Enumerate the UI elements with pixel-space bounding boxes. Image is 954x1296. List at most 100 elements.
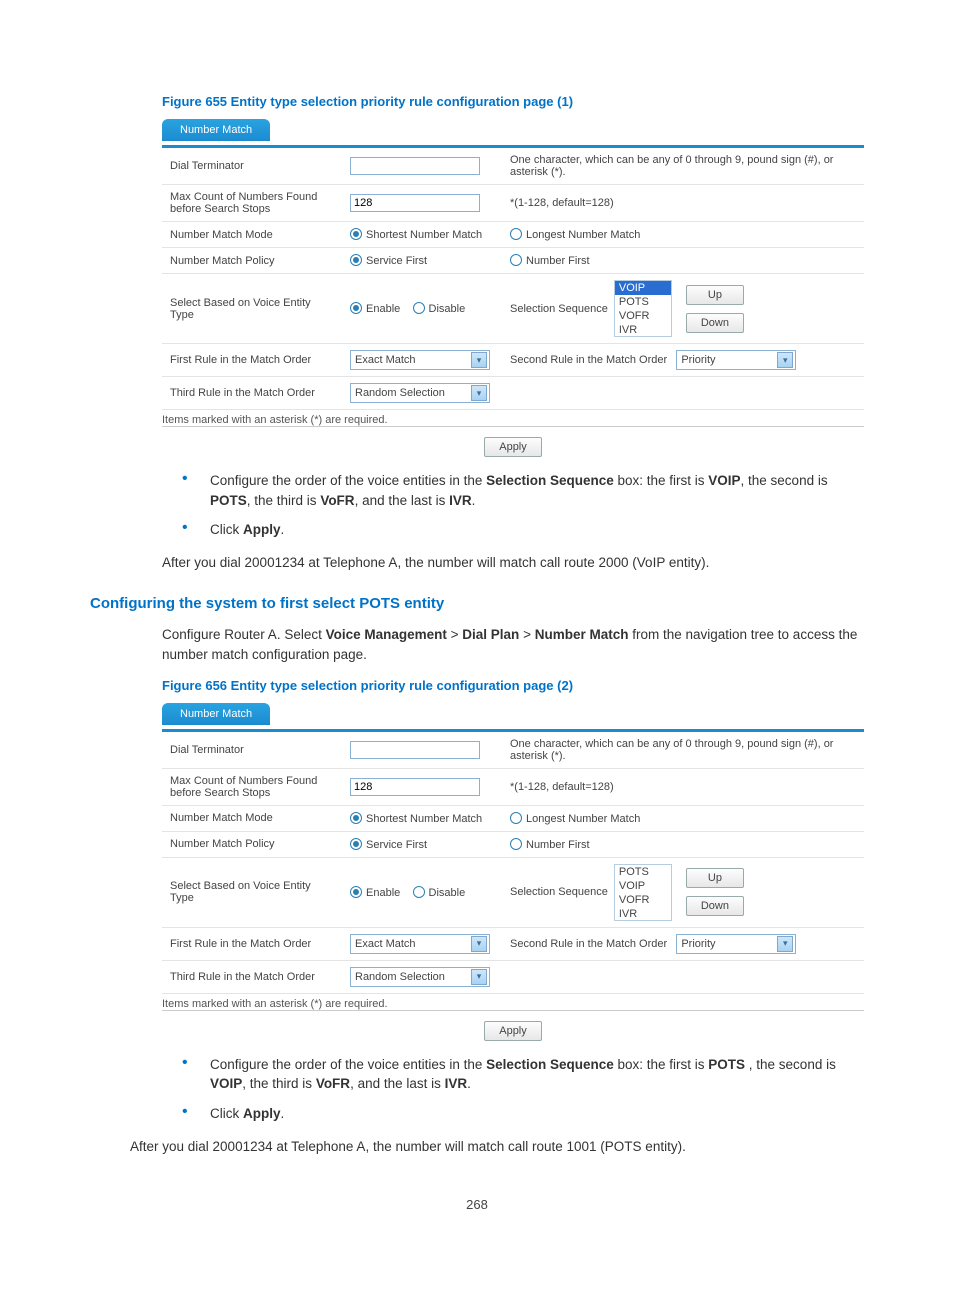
seq-opt-vofr[interactable]: VOFR (615, 309, 671, 323)
first-rule-value: Exact Match (355, 354, 416, 366)
second-rule-label: Second Rule in the Match Order (510, 354, 667, 366)
page-number: 268 (90, 1197, 864, 1212)
first-rule-select[interactable]: Exact Match ▾ (350, 934, 490, 954)
first-rule-select[interactable]: Exact Match ▾ (350, 350, 490, 370)
radio-number-first-label: Number First (526, 839, 590, 851)
match-mode-label: Number Match Mode (162, 805, 342, 831)
radio-enable-label: Enable (366, 887, 400, 899)
radio-enable-label: Enable (366, 303, 400, 315)
radio-enable[interactable] (350, 302, 362, 314)
match-policy-label: Number Match Policy (162, 831, 342, 857)
radio-service-first[interactable] (350, 838, 362, 850)
selection-sequence-listbox[interactable]: POTS VOIP VOFR IVR (614, 864, 672, 921)
chevron-down-icon: ▾ (471, 936, 487, 952)
radio-shortest-label: Shortest Number Match (366, 229, 482, 241)
radio-enable[interactable] (350, 886, 362, 898)
second-rule-select[interactable]: Priority ▾ (676, 934, 796, 954)
radio-longest[interactable] (510, 228, 522, 240)
radio-shortest-label: Shortest Number Match (366, 813, 482, 825)
dial-terminator-label: Dial Terminator (162, 732, 342, 769)
after-text-2: After you dial 20001234 at Telephone A, … (130, 1137, 864, 1157)
list-item: Click Apply. (182, 520, 864, 540)
list-item: Configure the order of the voice entitie… (182, 1055, 864, 1094)
up-button[interactable]: Up (686, 285, 744, 305)
radio-disable[interactable] (413, 302, 425, 314)
apply-button[interactable]: Apply (484, 437, 542, 457)
first-rule-label: First Rule in the Match Order (162, 344, 342, 377)
after-text-1: After you dial 20001234 at Telephone A, … (162, 553, 864, 573)
radio-longest-label: Longest Number Match (526, 229, 640, 241)
voice-entity-label: Select Based on Voice Entity Type (162, 857, 342, 927)
radio-number-first[interactable] (510, 254, 522, 266)
figure-656-panel: Number Match Dial Terminator One charact… (162, 703, 864, 1043)
radio-shortest[interactable] (350, 228, 362, 240)
tab-number-match[interactable]: Number Match (162, 119, 270, 141)
radio-disable-label: Disable (429, 887, 466, 899)
third-rule-label: Third Rule in the Match Order (162, 960, 342, 993)
down-button[interactable]: Down (686, 896, 744, 916)
chevron-down-icon: ▾ (471, 385, 487, 401)
second-rule-select[interactable]: Priority ▾ (676, 350, 796, 370)
radio-number-first-label: Number First (526, 255, 590, 267)
section-heading-pots: Configuring the system to first select P… (90, 595, 864, 612)
third-rule-label: Third Rule in the Match Order (162, 377, 342, 410)
figure-656-caption: Figure 656 Entity type selection priorit… (162, 678, 864, 693)
selection-sequence-label: Selection Sequence (510, 886, 608, 898)
radio-disable-label: Disable (429, 303, 466, 315)
third-rule-select[interactable]: Random Selection ▾ (350, 383, 490, 403)
first-rule-label: First Rule in the Match Order (162, 927, 342, 960)
required-footnote: Items marked with an asterisk (*) are re… (162, 998, 864, 1010)
radio-service-first-label: Service First (366, 839, 427, 851)
second-rule-value: Priority (681, 938, 715, 950)
down-button[interactable]: Down (686, 313, 744, 333)
seq-opt-ivr[interactable]: IVR (615, 323, 671, 337)
third-rule-value: Random Selection (355, 971, 445, 983)
required-footnote: Items marked with an asterisk (*) are re… (162, 414, 864, 426)
max-count-input[interactable] (350, 778, 480, 796)
second-rule-value: Priority (681, 354, 715, 366)
dial-terminator-input[interactable] (350, 741, 480, 759)
dial-terminator-hint: One character, which can be any of 0 thr… (502, 732, 864, 769)
chevron-down-icon: ▾ (777, 936, 793, 952)
third-rule-select[interactable]: Random Selection ▾ (350, 967, 490, 987)
seq-opt-voip[interactable]: VOIP (615, 281, 671, 295)
list-item: Configure the order of the voice entitie… (182, 471, 864, 510)
list-item: Click Apply. (182, 1104, 864, 1124)
radio-longest-label: Longest Number Match (526, 813, 640, 825)
dial-terminator-input[interactable] (350, 157, 480, 175)
selection-sequence-label: Selection Sequence (510, 303, 608, 315)
chevron-down-icon: ▾ (777, 352, 793, 368)
max-count-hint: *(1-128, default=128) (502, 768, 864, 805)
match-mode-label: Number Match Mode (162, 222, 342, 248)
seq-opt-ivr[interactable]: IVR (615, 907, 671, 921)
chevron-down-icon: ▾ (471, 969, 487, 985)
first-rule-value: Exact Match (355, 938, 416, 950)
apply-button[interactable]: Apply (484, 1021, 542, 1041)
radio-shortest[interactable] (350, 812, 362, 824)
radio-disable[interactable] (413, 886, 425, 898)
seq-opt-voip[interactable]: VOIP (615, 879, 671, 893)
radio-number-first[interactable] (510, 838, 522, 850)
voice-entity-label: Select Based on Voice Entity Type (162, 274, 342, 344)
radio-service-first-label: Service First (366, 255, 427, 267)
tab-number-match[interactable]: Number Match (162, 703, 270, 725)
match-policy-label: Number Match Policy (162, 248, 342, 274)
third-rule-value: Random Selection (355, 387, 445, 399)
dial-terminator-label: Dial Terminator (162, 148, 342, 185)
instruction-list-2: Configure the order of the voice entitie… (182, 1055, 864, 1124)
dial-terminator-hint: One character, which can be any of 0 thr… (502, 148, 864, 185)
figure-655-caption: Figure 655 Entity type selection priorit… (162, 94, 864, 109)
chevron-down-icon: ▾ (471, 352, 487, 368)
radio-service-first[interactable] (350, 254, 362, 266)
second-rule-label: Second Rule in the Match Order (510, 938, 667, 950)
radio-longest[interactable] (510, 812, 522, 824)
seq-opt-pots[interactable]: POTS (615, 295, 671, 309)
figure-655-panel: Number Match Dial Terminator One charact… (162, 119, 864, 459)
max-count-hint: *(1-128, default=128) (502, 185, 864, 222)
up-button[interactable]: Up (686, 868, 744, 888)
max-count-input[interactable] (350, 194, 480, 212)
seq-opt-vofr[interactable]: VOFR (615, 893, 671, 907)
selection-sequence-listbox[interactable]: VOIP POTS VOFR IVR (614, 280, 672, 337)
seq-opt-pots[interactable]: POTS (615, 865, 671, 879)
instruction-list-1: Configure the order of the voice entitie… (182, 471, 864, 540)
